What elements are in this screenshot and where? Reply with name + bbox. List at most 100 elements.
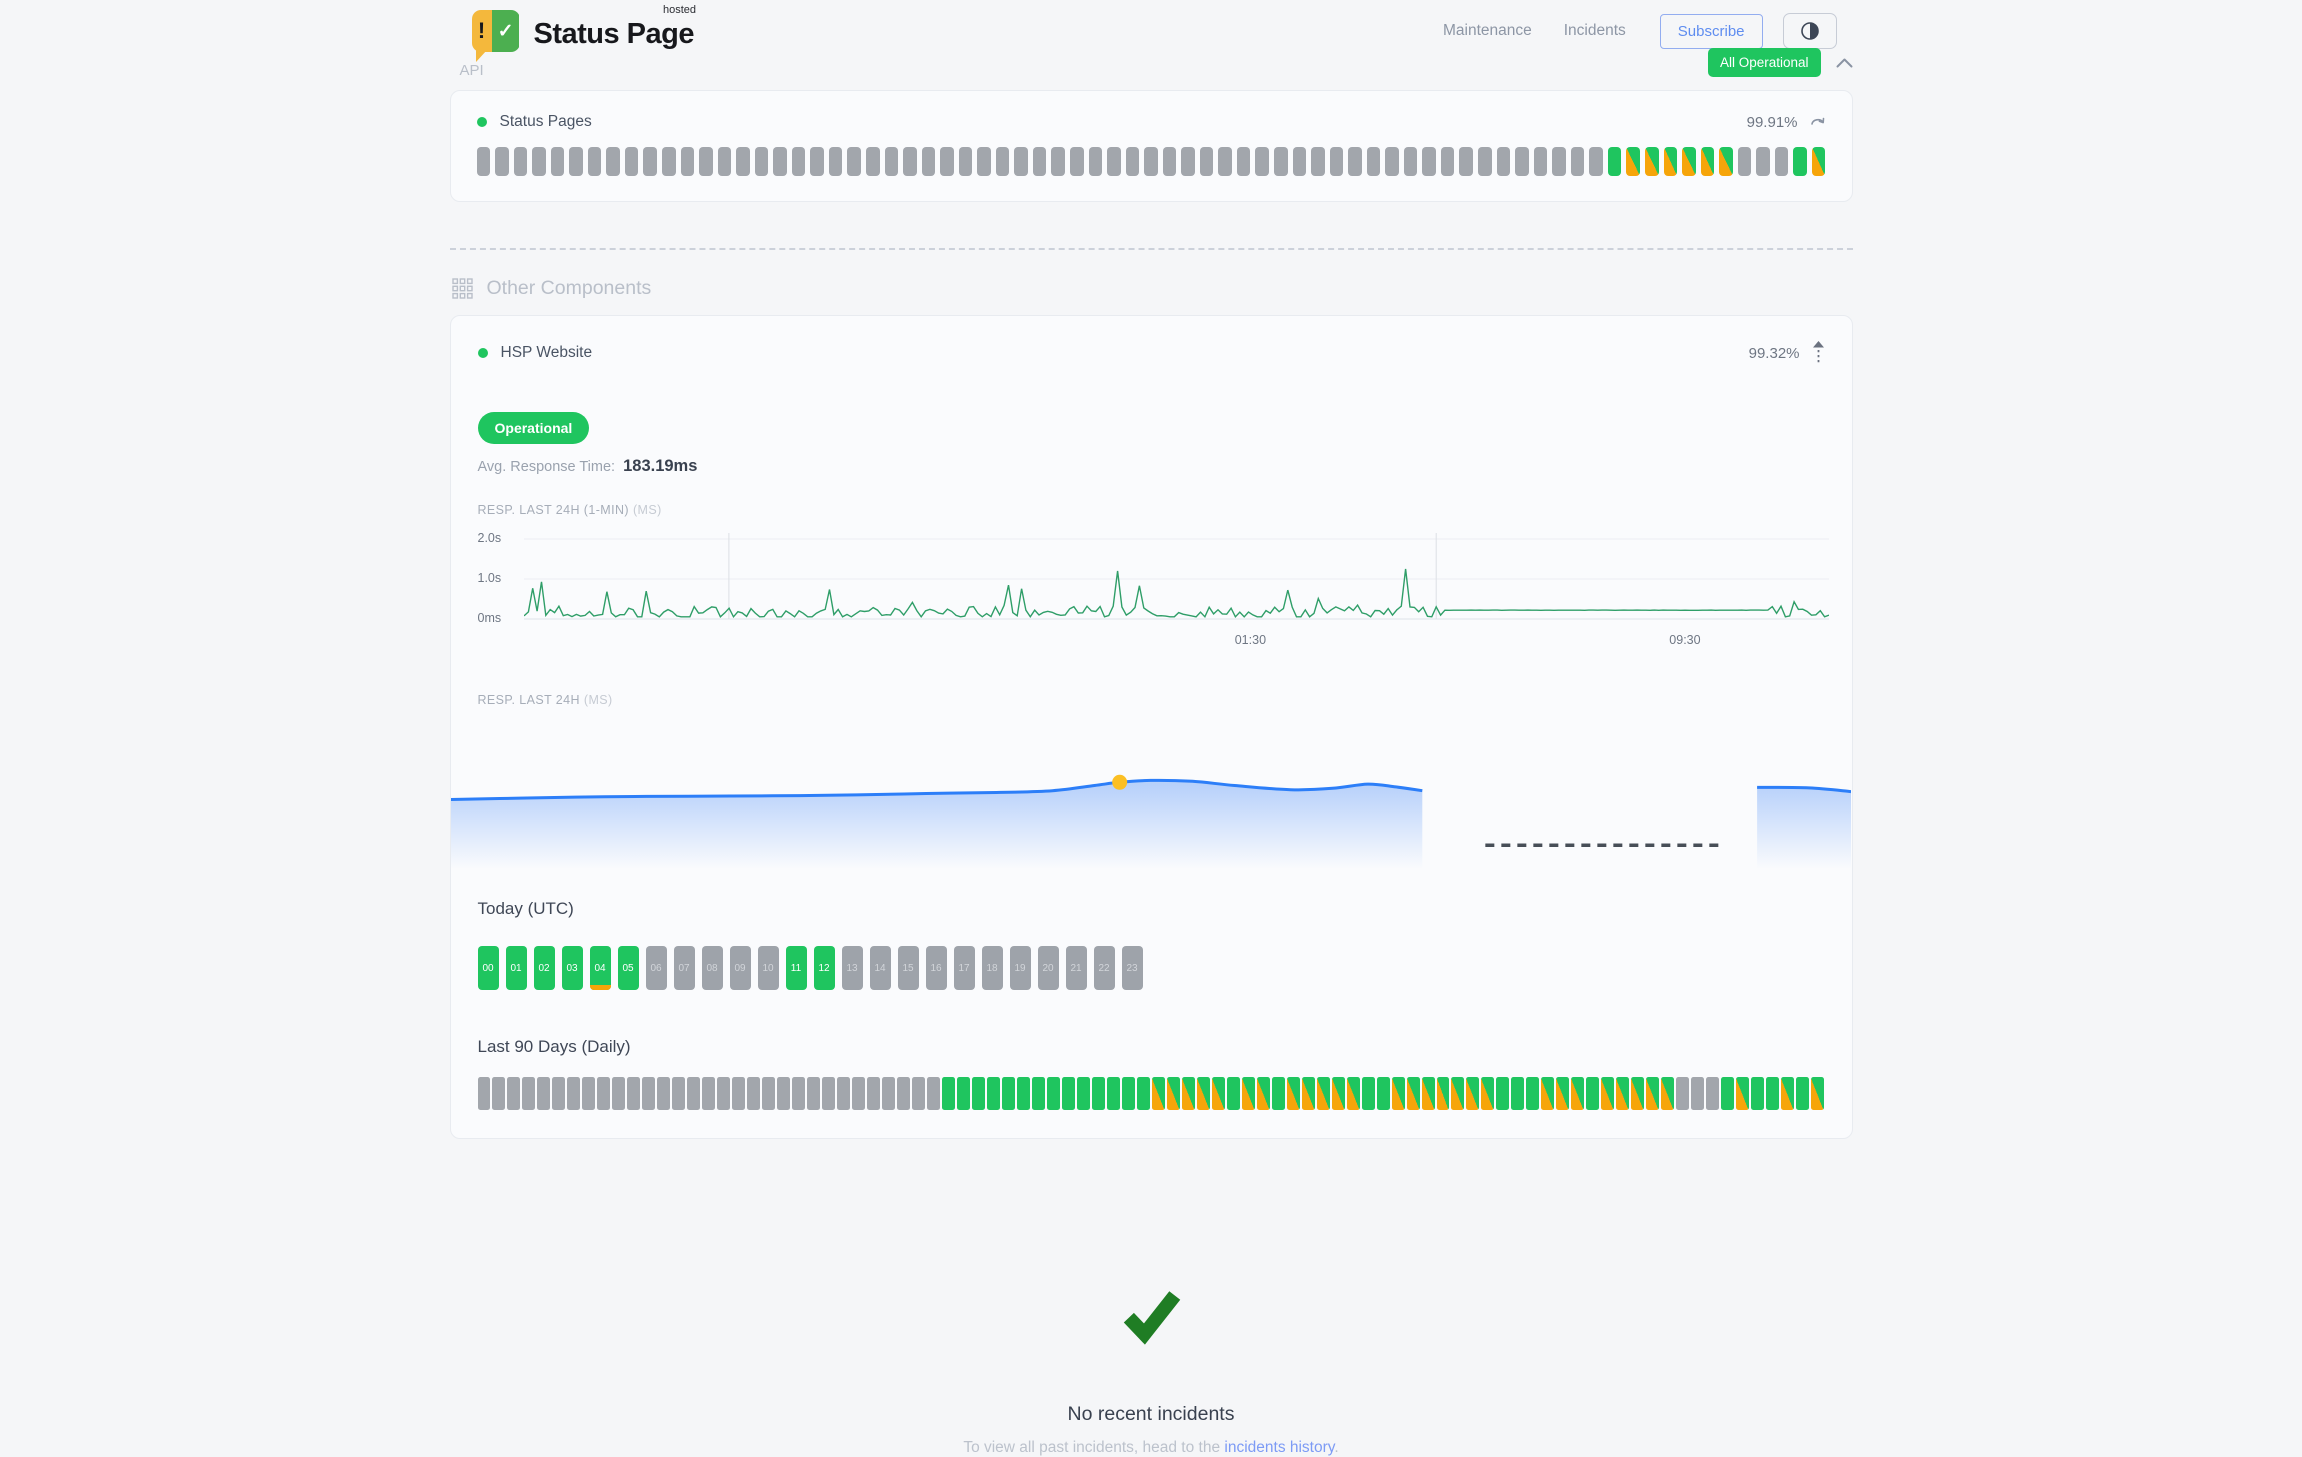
- daily-bar[interactable]: [1002, 1077, 1015, 1110]
- uptime-bar[interactable]: [773, 147, 787, 176]
- uptime-bar[interactable]: [829, 147, 843, 176]
- daily-bar[interactable]: [1332, 1077, 1345, 1110]
- daily-bar[interactable]: [1092, 1077, 1105, 1110]
- daily-bar[interactable]: [1212, 1077, 1225, 1110]
- daily-bar[interactable]: [492, 1077, 505, 1110]
- hour-block[interactable]: 22: [1094, 946, 1115, 990]
- hour-block[interactable]: 16: [926, 946, 947, 990]
- uptime-bar[interactable]: [1682, 147, 1696, 176]
- uptime-bar[interactable]: [1385, 147, 1399, 176]
- daily-bar[interactable]: [1302, 1077, 1315, 1110]
- daily-bar[interactable]: [1541, 1077, 1554, 1110]
- theme-toggle-button[interactable]: [1783, 13, 1837, 49]
- daily-bar[interactable]: [1586, 1077, 1599, 1110]
- daily-bar[interactable]: [612, 1077, 625, 1110]
- uptime-bar[interactable]: [662, 147, 676, 176]
- daily-bar[interactable]: [1496, 1077, 1509, 1110]
- daily-bar[interactable]: [1377, 1077, 1390, 1110]
- daily-bar[interactable]: [897, 1077, 910, 1110]
- hour-block[interactable]: 21: [1066, 946, 1087, 990]
- uptime-bar[interactable]: [1293, 147, 1307, 176]
- daily-bar[interactable]: [1601, 1077, 1614, 1110]
- daily-bar[interactable]: [1706, 1077, 1719, 1110]
- daily-bar[interactable]: [1032, 1077, 1045, 1110]
- hour-block[interactable]: 10: [758, 946, 779, 990]
- daily-bar[interactable]: [927, 1077, 940, 1110]
- daily-bar[interactable]: [777, 1077, 790, 1110]
- daily-bar[interactable]: [957, 1077, 970, 1110]
- daily-bar[interactable]: [567, 1077, 580, 1110]
- daily-bar[interactable]: [987, 1077, 1000, 1110]
- uptime-bar[interactable]: [643, 147, 657, 176]
- daily-bar[interactable]: [1781, 1077, 1794, 1110]
- nav-incidents[interactable]: Incidents: [1564, 22, 1626, 40]
- uptime-bar[interactable]: [495, 147, 509, 176]
- daily-bar[interactable]: [1751, 1077, 1764, 1110]
- uptime-bar[interactable]: [569, 147, 583, 176]
- daily-bar[interactable]: [1661, 1077, 1674, 1110]
- daily-bar[interactable]: [867, 1077, 880, 1110]
- daily-bar[interactable]: [1017, 1077, 1030, 1110]
- daily-bar[interactable]: [1811, 1077, 1824, 1110]
- daily-bar[interactable]: [537, 1077, 550, 1110]
- daily-bar[interactable]: [552, 1077, 565, 1110]
- daily-bar[interactable]: [478, 1077, 491, 1110]
- uptime-bar[interactable]: [514, 147, 528, 176]
- hour-block[interactable]: 18: [982, 946, 1003, 990]
- hour-block[interactable]: 23: [1122, 946, 1143, 990]
- daily-bar[interactable]: [1362, 1077, 1375, 1110]
- daily-bar[interactable]: [642, 1077, 655, 1110]
- uptime-bar[interactable]: [1367, 147, 1381, 176]
- uptime-bar[interactable]: [1552, 147, 1566, 176]
- uptime-bar[interactable]: [1237, 147, 1251, 176]
- uptime-bar[interactable]: [1793, 147, 1807, 176]
- uptime-bar[interactable]: [1589, 147, 1603, 176]
- uptime-bar[interactable]: [1404, 147, 1418, 176]
- daily-bar[interactable]: [717, 1077, 730, 1110]
- hour-block[interactable]: 05: [618, 946, 639, 990]
- uptime-bar[interactable]: [1515, 147, 1529, 176]
- uptime-bar[interactable]: [1775, 147, 1789, 176]
- daily-bar[interactable]: [597, 1077, 610, 1110]
- hour-block[interactable]: 15: [898, 946, 919, 990]
- uptime-bar[interactable]: [1626, 147, 1640, 176]
- incidents-history-link[interactable]: incidents history: [1224, 1439, 1334, 1456]
- hour-block[interactable]: 12: [814, 946, 835, 990]
- uptime-bar[interactable]: [996, 147, 1010, 176]
- collapse-arrow-icon[interactable]: [1812, 340, 1825, 366]
- uptime-bar[interactable]: [866, 147, 880, 176]
- uptime-bar[interactable]: [1255, 147, 1269, 176]
- daily-bar[interactable]: [1122, 1077, 1135, 1110]
- daily-bar[interactable]: [1422, 1077, 1435, 1110]
- daily-bar[interactable]: [1152, 1077, 1165, 1110]
- uptime-bar[interactable]: [1070, 147, 1084, 176]
- daily-bar[interactable]: [582, 1077, 595, 1110]
- daily-bar[interactable]: [1451, 1077, 1464, 1110]
- daily-bar[interactable]: [1526, 1077, 1539, 1110]
- uptime-bar[interactable]: [1126, 147, 1140, 176]
- uptime-bar[interactable]: [1089, 147, 1103, 176]
- daily-bar[interactable]: [1556, 1077, 1569, 1110]
- uptime-bar[interactable]: [1330, 147, 1344, 176]
- hour-block[interactable]: 20: [1038, 946, 1059, 990]
- subscribe-button[interactable]: Subscribe: [1660, 14, 1763, 49]
- daily-bar[interactable]: [1616, 1077, 1629, 1110]
- daily-bar[interactable]: [1197, 1077, 1210, 1110]
- uptime-bar[interactable]: [532, 147, 546, 176]
- daily-bar[interactable]: [1347, 1077, 1360, 1110]
- daily-bar[interactable]: [1227, 1077, 1240, 1110]
- hour-block[interactable]: 01: [506, 946, 527, 990]
- uptime-bar[interactable]: [847, 147, 861, 176]
- daily-bar[interactable]: [942, 1077, 955, 1110]
- daily-bar[interactable]: [627, 1077, 640, 1110]
- hour-block[interactable]: 09: [730, 946, 751, 990]
- hour-block[interactable]: 14: [870, 946, 891, 990]
- daily-bar[interactable]: [1107, 1077, 1120, 1110]
- uptime-bar[interactable]: [1571, 147, 1585, 176]
- daily-bar[interactable]: [912, 1077, 925, 1110]
- daily-bar[interactable]: [687, 1077, 700, 1110]
- daily-bar[interactable]: [1077, 1077, 1090, 1110]
- hour-block[interactable]: 03: [562, 946, 583, 990]
- uptime-bar[interactable]: [1608, 147, 1622, 176]
- hour-block[interactable]: 19: [1010, 946, 1031, 990]
